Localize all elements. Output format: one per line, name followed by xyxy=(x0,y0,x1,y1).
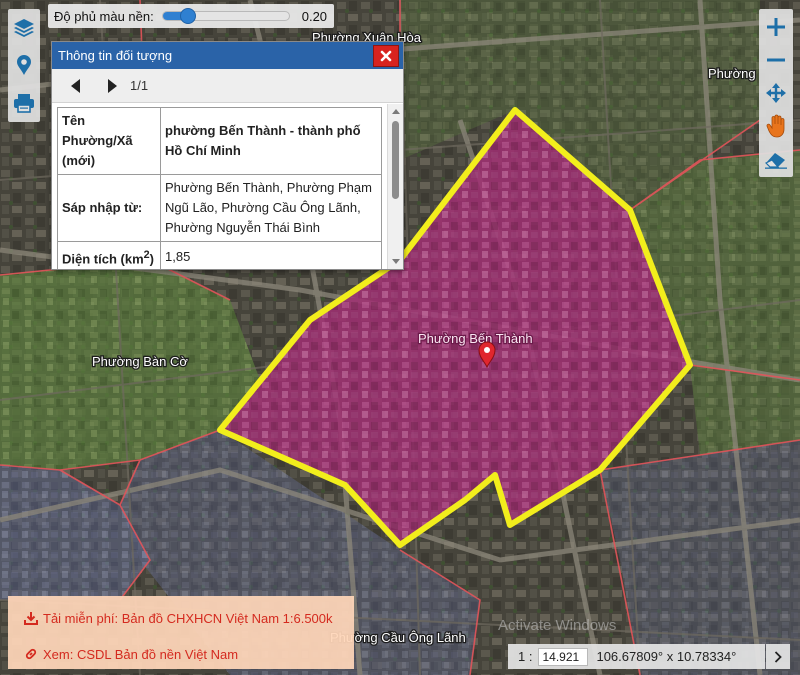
info-scrollbar[interactable] xyxy=(387,104,403,269)
next-record-button[interactable] xyxy=(102,75,122,97)
scroll-up-icon[interactable] xyxy=(392,109,400,114)
attr-key-name: Tên Phường/Xã (mới) xyxy=(57,107,161,175)
zoom-out-button[interactable] xyxy=(762,46,790,74)
hand-button[interactable] xyxy=(762,112,790,140)
zoom-in-icon xyxy=(767,18,785,37)
scrollbar-thumb[interactable] xyxy=(392,121,399,199)
opacity-label: Độ phủ màu nền: xyxy=(54,8,154,24)
hand-icon xyxy=(766,114,785,138)
layers-button[interactable] xyxy=(11,15,37,41)
location-pin-icon xyxy=(17,55,31,76)
zoom-in-button[interactable] xyxy=(762,13,790,41)
info-panel: Thông tin đối tượng 1/1 Tên Phường/Xã (m… xyxy=(51,41,404,270)
eraser-button[interactable] xyxy=(762,145,790,173)
coordinates-toggle-button[interactable] xyxy=(766,644,790,669)
attr-key-area-text: Diện tích (km xyxy=(62,251,144,267)
opacity-control: Độ phủ màu nền: 0.20 xyxy=(48,4,334,28)
view-database-text: Xem: CSDL Bản đồ nền Việt Nam xyxy=(43,646,239,662)
label-ben-thanh: Phường Bến Thành xyxy=(418,331,533,346)
right-toolbar xyxy=(759,9,793,177)
view-database-link[interactable]: Xem: CSDL Bản đồ nền Việt Nam xyxy=(24,640,354,668)
table-row: Tên Phường/Xã (mới) phường Bến Thành - t… xyxy=(57,107,382,175)
scale-input[interactable]: 14.921 xyxy=(538,647,589,666)
scale-prefix: 1 : xyxy=(518,649,533,664)
scroll-down-icon[interactable] xyxy=(392,259,400,264)
record-page-indicator: 1/1 xyxy=(130,78,149,93)
free-download-text: Tải miễn phí: Bản đồ CHXHCN Việt Nam 1:6… xyxy=(43,610,333,626)
download-box: Tải miễn phí: Bản đồ CHXHCN Việt Nam 1:6… xyxy=(8,596,354,669)
arrow-right-icon xyxy=(108,78,117,93)
prev-record-button[interactable] xyxy=(66,75,86,97)
attr-key-area: Diện tích (km2) xyxy=(57,240,161,269)
info-panel-header[interactable]: Thông tin đối tượng xyxy=(52,42,403,69)
attr-key-area-suffix: ) xyxy=(149,251,154,267)
attr-key-merged: Sáp nhập từ: xyxy=(57,174,161,242)
label-ban-co: Phường Bàn Cờ xyxy=(92,354,188,369)
chevron-right-icon xyxy=(774,650,782,663)
left-toolbar xyxy=(8,9,40,122)
print-button[interactable] xyxy=(11,90,37,116)
opacity-slider-thumb[interactable] xyxy=(179,8,196,24)
arrow-left-icon xyxy=(71,78,80,93)
info-panel-title: Thông tin đối tượng xyxy=(58,48,173,63)
info-close-button[interactable] xyxy=(373,44,399,67)
table-row: Diện tích (km2) 1,85 xyxy=(57,240,382,269)
table-row: Sáp nhập từ: Phường Bến Thành, Phường Ph… xyxy=(57,174,382,242)
pan-arrows-icon xyxy=(766,82,786,103)
free-download-link[interactable]: Tải miễn phí: Bản đồ CHXHCN Việt Nam 1:6… xyxy=(24,604,354,632)
attr-value-merged: Phường Bến Thành, Phường Phạm Ngũ Lão, P… xyxy=(160,174,382,242)
opacity-slider[interactable] xyxy=(161,8,290,24)
info-pagination: 1/1 xyxy=(52,69,403,103)
attribute-table: Tên Phường/Xã (mới) phường Bến Thành - t… xyxy=(57,107,382,269)
attr-value-area: 1,85 xyxy=(160,240,382,269)
print-icon xyxy=(14,94,34,113)
opacity-value: 0.20 xyxy=(301,8,328,24)
attr-value-name: phường Bến Thành - thành phố Hồ Chí Minh xyxy=(160,107,382,175)
download-icon xyxy=(24,611,38,625)
scale-coordinates-bar: 1 : 14.921 106.67809° x 10.78334° xyxy=(508,644,765,669)
info-panel-body[interactable]: Tên Phường/Xã (mới) phường Bến Thành - t… xyxy=(52,104,403,269)
pan-button[interactable] xyxy=(762,79,790,107)
layers-icon xyxy=(14,18,34,37)
eraser-icon xyxy=(764,152,787,169)
close-icon xyxy=(380,50,392,61)
location-button[interactable] xyxy=(11,52,37,78)
label-right-edge: Phường xyxy=(708,66,756,81)
link-icon xyxy=(24,647,38,661)
coordinates-readout: 106.67809° x 10.78334° xyxy=(596,649,737,664)
watermark-text: Activate Windows xyxy=(498,617,616,634)
zoom-out-icon xyxy=(767,58,785,62)
